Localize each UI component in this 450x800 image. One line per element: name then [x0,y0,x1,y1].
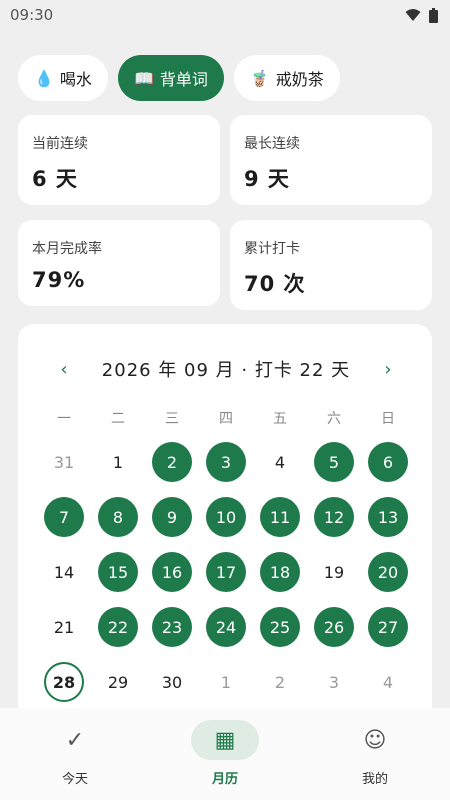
stat-label: 本月完成率 [32,241,102,257]
calendar-day-checked[interactable]: 24 [206,607,246,647]
bubble-tea-icon: 🧋 [249,68,270,88]
stat-value: 6 天 [32,167,78,191]
calendar-day-checked[interactable]: 18 [260,552,300,592]
calendar-day-checked[interactable]: 16 [152,552,192,592]
habit-tab-label: 戒奶茶 [275,70,324,89]
nav-icon-container: ▦ [191,720,259,760]
open-book-icon: 📖 [133,68,154,88]
check-icon: ✓ [65,727,85,753]
calendar-day[interactable]: 31 [44,442,84,482]
weekday-label: 四 [219,411,233,427]
calendar-grid-icon: ▦ [214,727,236,753]
calendar-day-checked[interactable]: 10 [206,497,246,537]
status-time: 09:30 [10,6,54,24]
calendar-day-checked[interactable]: 5 [314,442,354,482]
stat-value: 79% [32,268,86,292]
bottom-nav: ✓ 今天 ▦ 月历 ☺ 我的 [0,708,450,800]
calendar-day[interactable]: 2 [260,662,300,702]
next-month-button[interactable]: › [380,359,396,380]
calendar-day-today[interactable]: 28 [44,662,84,702]
calendar-day[interactable]: 29 [98,662,138,702]
weekday-label: 日 [381,411,395,427]
battery-icon [429,7,438,23]
calendar-day-checked[interactable]: 7 [44,497,84,537]
nav-label: 我的 [361,772,388,787]
calendar-day-checked[interactable]: 11 [260,497,300,537]
calendar-header: ‹ 2026 年 09 月 · 打卡 22 天 › [18,354,432,384]
calendar-card: ‹ 2026 年 09 月 · 打卡 22 天 › 一二三四五六日 31 1 2 3 4… [18,324,432,744]
habit-tab-water[interactable]: 💧 喝水 [18,55,108,101]
calendar-day[interactable]: 30 [152,662,192,702]
habit-tab-vocabulary[interactable]: 📖 背单词 [117,55,224,101]
calendar-day-checked[interactable]: 3 [206,442,246,482]
calendar-day-checked[interactable]: 26 [314,607,354,647]
water-drop-icon: 💧 [34,68,54,88]
calendar-day-checked[interactable]: 17 [206,552,246,592]
calendar-day-checked[interactable]: 6 [368,442,408,482]
calendar-day[interactable]: 3 [314,662,354,702]
weekday-label: 三 [165,411,179,427]
status-icons [405,7,438,23]
status-bar: 09:30 [0,0,450,30]
nav-label: 月历 [211,772,238,787]
habit-tab-label: 背单词 [159,70,208,89]
calendar-day[interactable]: 1 [98,442,138,482]
calendar-day-checked[interactable]: 2 [152,442,192,482]
nav-icon-container: ☺ [341,720,409,760]
nav-label: 今天 [61,772,88,787]
stat-value: 9 天 [244,167,290,191]
habit-tab-label: 喝水 [59,70,92,89]
nav-item-calendar[interactable]: ▦ 月历 [150,708,300,800]
calendar-day[interactable]: 19 [314,552,354,592]
nav-item-today[interactable]: ✓ 今天 [0,708,150,800]
stat-label: 累计打卡 [244,241,300,257]
nav-item-profile[interactable]: ☺ 我的 [300,708,450,800]
calendar-day-checked[interactable]: 9 [152,497,192,537]
calendar-day-checked[interactable]: 22 [98,607,138,647]
habit-tab-milk-tea[interactable]: 🧋 戒奶茶 [233,55,340,101]
wifi-icon [405,8,421,22]
calendar-day-checked[interactable]: 20 [368,552,408,592]
calendar-day-checked[interactable]: 8 [98,497,138,537]
stat-value: 70 次 [244,272,306,296]
weekday-label: 一 [57,411,71,427]
nav-icon-container: ✓ [41,720,109,760]
stat-card-longest-streak: 最长连续 9 天 [230,115,432,205]
stat-label: 当前连续 [32,136,88,152]
calendar-day[interactable]: 4 [260,442,300,482]
weekday-label: 六 [327,411,341,427]
stat-label: 最长连续 [244,136,300,152]
habit-tabs: 💧 喝水 📖 背单词 🧋 戒奶茶 [18,55,340,101]
calendar-day-checked[interactable]: 12 [314,497,354,537]
weekday-label: 五 [273,411,287,427]
calendar-day-checked[interactable]: 25 [260,607,300,647]
stat-card-month-rate: 本月完成率 79% [18,220,220,306]
calendar-day-checked[interactable]: 27 [368,607,408,647]
calendar-day[interactable]: 4 [368,662,408,702]
smile-icon: ☺ [363,727,387,753]
calendar-day[interactable]: 21 [44,607,84,647]
calendar-day[interactable]: 1 [206,662,246,702]
prev-month-button[interactable]: ‹ [56,359,72,380]
calendar-day[interactable]: 14 [44,552,84,592]
calendar-day-checked[interactable]: 13 [368,497,408,537]
weekday-label: 二 [111,411,125,427]
calendar-day-checked[interactable]: 15 [98,552,138,592]
stat-card-current-streak: 当前连续 6 天 [18,115,220,205]
stat-card-total-checkins: 累计打卡 70 次 [230,220,432,310]
calendar-title: 2026 年 09 月 · 打卡 22 天 [101,360,351,381]
weekday-row: 一二三四五六日 [18,408,432,428]
calendar-day-checked[interactable]: 23 [152,607,192,647]
